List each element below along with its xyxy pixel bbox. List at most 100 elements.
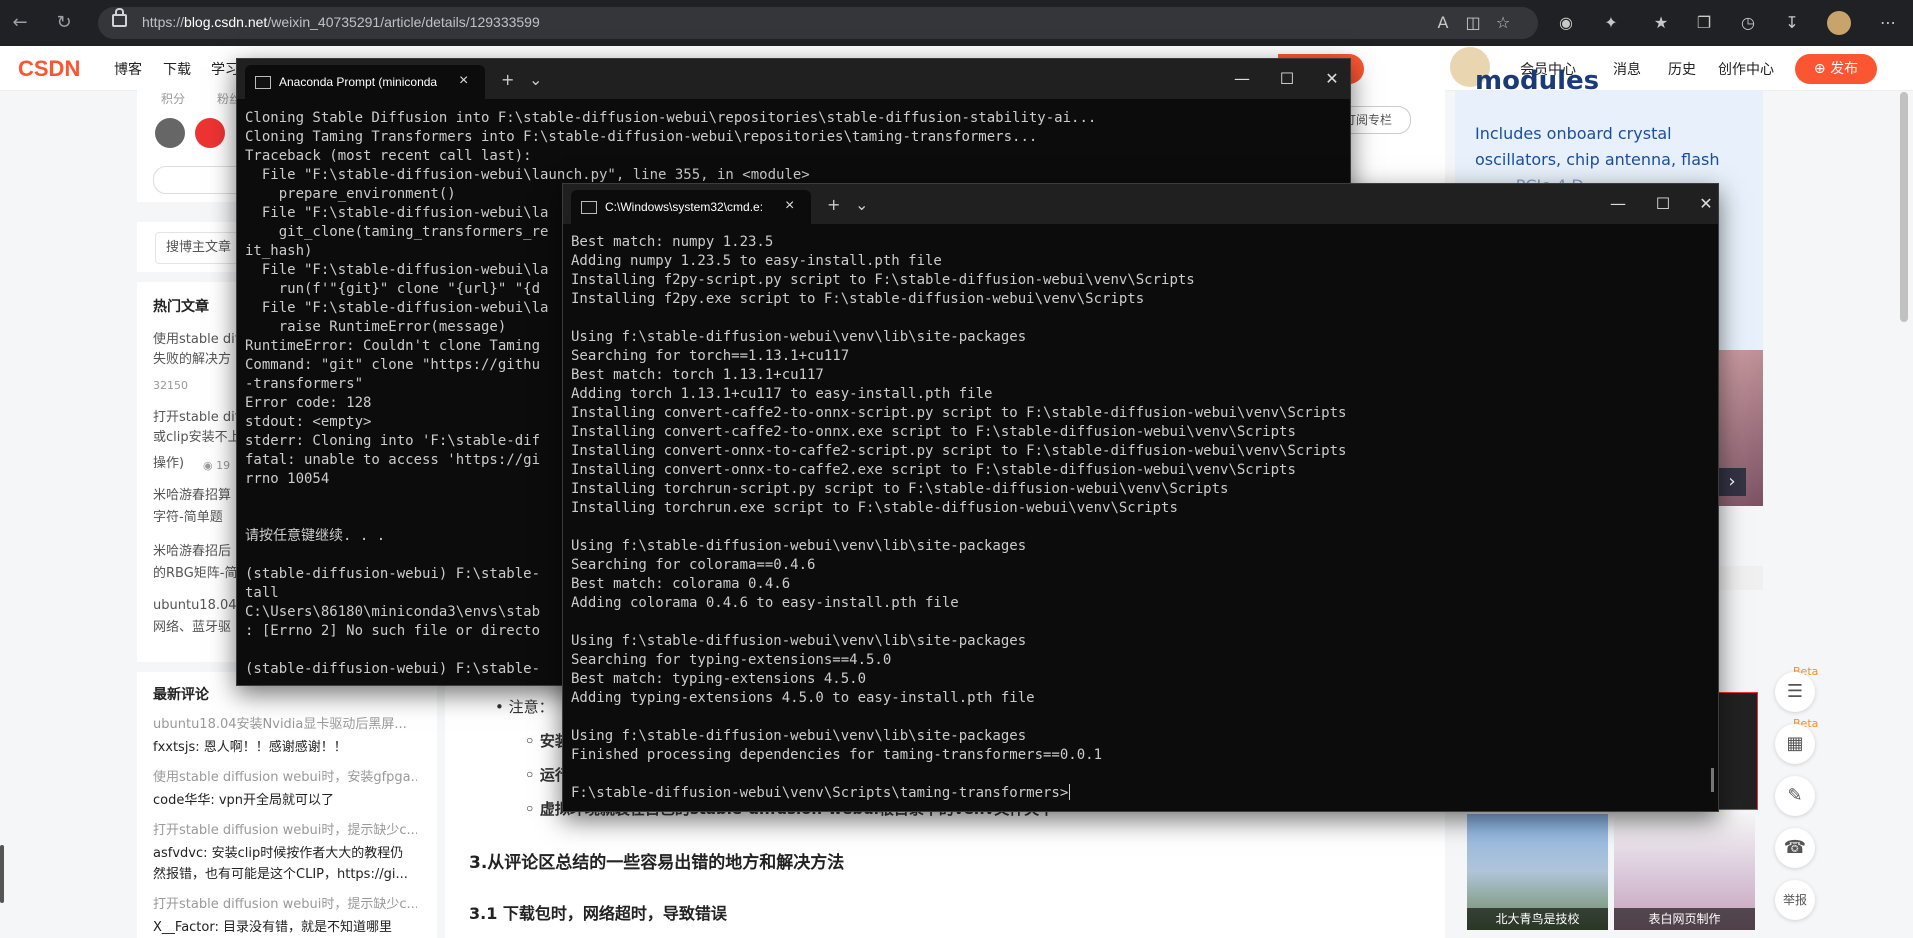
- terminal-line: Installing torchrun.exe script to F:\sta…: [571, 500, 1178, 516]
- download-icon[interactable]: ↧: [1781, 12, 1803, 34]
- confession-image[interactable]: 表白网页制作: [1614, 814, 1755, 930]
- nav-download[interactable]: 下载: [163, 59, 191, 79]
- terminal-tab[interactable]: Anaconda Prompt (minicondа ×: [245, 65, 485, 99]
- favorites-icon[interactable]: ★: [1650, 12, 1672, 34]
- terminal-output[interactable]: Best match: numpy 1.23.5 Adding numpy 1.2…: [571, 233, 1346, 803]
- chevron-down-icon[interactable]: ⌄: [855, 195, 868, 214]
- publish-button[interactable]: ⊕ 发布: [1795, 54, 1877, 84]
- url-text[interactable]: https://blog.csdn.net/weixin_40735291/ar…: [142, 14, 540, 30]
- minimize-icon[interactable]: —: [1227, 67, 1257, 91]
- nav-messages[interactable]: 消息: [1613, 59, 1641, 79]
- tab-title: Anaconda Prompt (minicondа: [279, 75, 438, 89]
- lock-icon: [112, 8, 127, 27]
- comment-text: fxxtsjs: 恩人啊！！感谢感谢！！: [153, 740, 347, 755]
- close-icon[interactable]: ✕: [1317, 67, 1347, 91]
- tab-title: C:\Windows\system32\cmd.e:: [605, 200, 764, 214]
- comment-article-link[interactable]: 打开stable diffusion webui时，提示缺少c...: [153, 822, 417, 840]
- maximize-icon[interactable]: ☐: [1648, 192, 1678, 216]
- maximize-icon[interactable]: ☐: [1272, 67, 1302, 91]
- terminal-tab[interactable]: C:\Windows\system32\cmd.e: ×: [571, 190, 811, 224]
- terminal-line: Adding typing-extensions 4.5.0 to easy-i…: [571, 690, 1035, 706]
- terminal-line: Adding colorama 0.4.6 to easy-install.pt…: [571, 595, 959, 611]
- section-heading: 3.从评论区总结的一些容易出错的地方和解决方法: [469, 853, 845, 873]
- terminal-line: Using f:\stable-diffusion-webui\venv\lib…: [571, 633, 1027, 649]
- ad-title: modules: [1475, 66, 1600, 96]
- terminal-line: Cloning Taming Transformers into F:\stab…: [245, 129, 1038, 145]
- title-bar[interactable]: Anaconda Prompt (minicondа × + ⌄ — ☐ ✕: [237, 59, 1350, 99]
- hot-articles-title: 热门文章: [153, 299, 209, 315]
- cmd-window[interactable]: C:\Windows\system32\cmd.e: × + ⌄ — ☐ ✕ B…: [562, 183, 1719, 812]
- terminal-line: Searching for torch==1.13.1+cu117: [571, 348, 850, 364]
- edit-icon[interactable]: ✎: [1775, 776, 1815, 816]
- terminal-line: Best match: numpy 1.23.5: [571, 234, 774, 250]
- back-arrow-icon[interactable]: ←: [6, 9, 34, 37]
- nav-blog[interactable]: 博客: [114, 59, 142, 79]
- favorite-add-icon[interactable]: ☆: [1492, 12, 1514, 34]
- terminal-scrollbar[interactable]: [1711, 768, 1714, 792]
- terminal-line: Installing torchrun-script.py script to …: [571, 481, 1229, 497]
- hot-article-link[interactable]: 操作): [153, 454, 183, 474]
- layout-icon[interactable]: ▦: [1775, 724, 1815, 764]
- more-menu-icon[interactable]: ⋯: [1877, 12, 1899, 34]
- page-scrollbar[interactable]: [1900, 92, 1908, 322]
- history-icon[interactable]: ◷: [1737, 12, 1759, 34]
- close-tab-icon[interactable]: ×: [459, 72, 468, 90]
- thumb-image[interactable]: [1718, 692, 1758, 810]
- chevron-down-icon[interactable]: ⌄: [529, 70, 542, 89]
- terminal-line: Using f:\stable-diffusion-webui\venv\lib…: [571, 538, 1027, 554]
- close-tab-icon[interactable]: ×: [785, 197, 794, 215]
- new-tab-icon[interactable]: +: [827, 195, 840, 214]
- comment-article-link[interactable]: 使用stable diffusion webui时，安装gfpga...: [153, 769, 417, 787]
- image-caption: 表白网页制作: [1614, 908, 1755, 930]
- profile-avatar[interactable]: [1827, 11, 1851, 35]
- terminal-icon: [581, 201, 597, 214]
- badge-icon: [195, 118, 225, 148]
- badge-icon: [155, 118, 185, 148]
- nav-learn[interactable]: 学习: [211, 59, 239, 79]
- new-tab-icon[interactable]: +: [501, 70, 514, 89]
- school-image[interactable]: 北大青鸟是技校: [1467, 814, 1608, 930]
- side-scroll-handle[interactable]: [0, 845, 4, 903]
- nav-history[interactable]: 历史: [1668, 59, 1696, 79]
- close-icon[interactable]: ✕: [1691, 192, 1718, 216]
- ad-text: oscillators, chip antenna, flash: [1475, 150, 1720, 169]
- comment-text: asfvdvc: 安装clip时候按作者大大的教程仍: [153, 846, 404, 861]
- comment-article-link[interactable]: ubuntu18.04安装Nvidia显卡驱动后黑屏...: [153, 716, 417, 734]
- carousel-next-icon[interactable]: ›: [1718, 468, 1746, 496]
- terminal-line: Installing convert-onnx-to-caffe2-script…: [571, 443, 1347, 459]
- headset-icon[interactable]: ☎: [1775, 828, 1815, 868]
- terminal-line: Finished processing dependencies for tam…: [571, 747, 1103, 763]
- puzzle-icon[interactable]: ✦: [1600, 12, 1622, 34]
- terminal-line: Installing convert-onnx-to-caffe2.exe sc…: [571, 462, 1296, 478]
- reload-icon[interactable]: ↻: [50, 9, 78, 37]
- split-screen-icon[interactable]: ◫: [1462, 12, 1484, 34]
- csdn-logo[interactable]: CSDN: [18, 56, 80, 82]
- browser-toolbar: ← ↻ https://blog.csdn.net/weixin_4073529…: [0, 0, 1913, 46]
- terminal-line: Best match: typing-extensions 4.5.0: [571, 671, 867, 687]
- stat-points: 积分: [161, 92, 186, 106]
- collections-icon[interactable]: ❐: [1693, 12, 1715, 34]
- terminal-line: Using f:\stable-diffusion-webui\venv\lib…: [571, 329, 1027, 345]
- list-icon[interactable]: ☰: [1775, 672, 1815, 712]
- ad-text: Includes onboard crystal: [1475, 124, 1672, 143]
- nav-creator-center[interactable]: 创作中心: [1718, 59, 1774, 79]
- extension-icon[interactable]: ◉: [1555, 12, 1577, 34]
- comment-text: 然报错，也有可能是这个CLIP，https://gi...: [153, 867, 408, 882]
- comment-article-link[interactable]: 打开stable diffusion webui时，提示缺少c...: [153, 896, 417, 914]
- title-bar[interactable]: C:\Windows\system32\cmd.e: × + ⌄ — ☐ ✕: [563, 184, 1718, 224]
- report-button[interactable]: 举报: [1775, 880, 1815, 920]
- text-cursor: [1069, 784, 1071, 800]
- terminal-icon: [255, 76, 271, 89]
- terminal-line: Searching for colorama==0.4.6: [571, 557, 816, 573]
- address-bar[interactable]: https://blog.csdn.net/weixin_40735291/ar…: [98, 7, 1538, 39]
- latest-comments-title: 最新评论: [153, 687, 209, 703]
- image-caption: 北大青鸟是技校: [1467, 908, 1608, 930]
- read-aloud-icon[interactable]: A: [1432, 12, 1454, 34]
- minimize-icon[interactable]: —: [1603, 192, 1633, 216]
- terminal-line: Adding torch 1.13.1+cu117 to easy-instal…: [571, 386, 993, 402]
